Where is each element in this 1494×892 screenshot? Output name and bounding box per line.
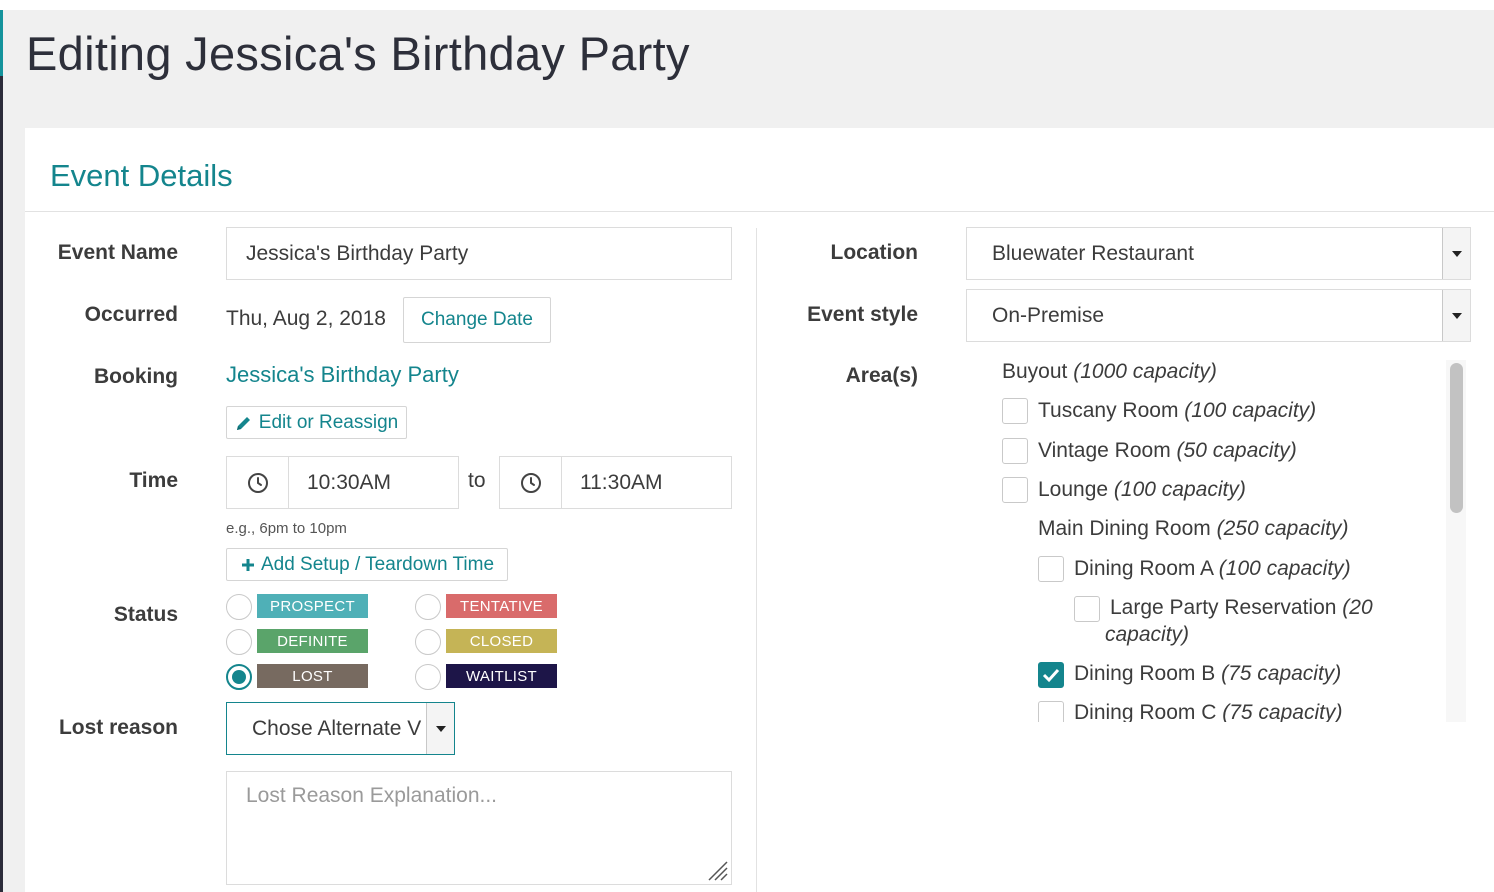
end-time-value: 11:30AM [580, 470, 663, 494]
event-details-panel: Event Details Event Name Jessica's Birth… [25, 128, 1494, 892]
area-item-large-party-reservation[interactable]: Large Party Reservation (20 [1110, 596, 1373, 620]
add-setup-label: Add Setup / Teardown Time [260, 553, 495, 575]
edit-reassign-button[interactable]: Edit or Reassign [226, 406, 407, 439]
checkmark-icon [1042, 668, 1060, 683]
area-item-tuscany-room[interactable]: Tuscany Room (100 capacity) [1038, 399, 1316, 423]
start-time-field[interactable]: 10:30AM [226, 456, 459, 509]
event-name-input[interactable]: Jessica's Birthday Party [226, 227, 732, 280]
page-title: Editing Jessica's Birthday Party [26, 27, 690, 80]
booking-label: Booking [94, 365, 178, 388]
clock-icon [247, 472, 268, 493]
event-style-label: Event style [807, 303, 918, 326]
status-label: Status [113, 603, 178, 626]
area-checkbox-large-party-reservation[interactable] [1074, 596, 1100, 622]
area-checkbox-dining-room-c[interactable] [1038, 701, 1064, 722]
status-badge-definite[interactable]: DEFINITE [257, 629, 368, 653]
start-time-value: 10:30AM [307, 470, 392, 494]
status-radio-definite[interactable] [226, 629, 252, 655]
area-checkbox-tuscany-room[interactable] [1002, 398, 1028, 424]
left-accent-bar [0, 10, 3, 76]
lost-reason-value: Chose Alternate V [252, 716, 422, 740]
location-value: Bluewater Restaurant [992, 241, 1194, 265]
status-radio-tentative[interactable] [415, 594, 441, 620]
status-radio-waitlist[interactable] [415, 664, 441, 690]
lost-reason-explanation-input[interactable]: Lost Reason Explanation... [226, 771, 732, 885]
status-badge-waitlist[interactable]: WAITLIST [446, 664, 557, 688]
area-item-buyout: Buyout (1000 capacity) [1002, 360, 1217, 383]
areas-scrollbar-thumb[interactable] [1450, 363, 1463, 513]
booking-link[interactable]: Jessica's Birthday Party [226, 362, 459, 388]
area-item-dining-room-c[interactable]: Dining Room C (75 capacity) [1074, 701, 1342, 722]
clock-icon [520, 472, 541, 493]
location-label: Location [830, 241, 919, 264]
edit-reassign-label: Edit or Reassign [258, 411, 399, 433]
end-time-field[interactable]: 11:30AM [499, 456, 732, 509]
status-badge-closed[interactable]: CLOSED [446, 629, 557, 653]
resize-grip-icon[interactable] [705, 858, 729, 882]
add-setup-teardown-button[interactable]: Add Setup / Teardown Time [226, 548, 508, 581]
pencil-icon [236, 416, 250, 430]
plus-icon [241, 558, 254, 571]
status-badge-prospect[interactable]: PROSPECT [257, 594, 368, 618]
lost-reason-select[interactable]: Chose Alternate V [226, 702, 455, 755]
location-select[interactable]: Bluewater Restaurant [966, 227, 1471, 280]
status-radio-lost[interactable] [226, 664, 252, 690]
chevron-down-icon[interactable] [1442, 228, 1470, 279]
event-style-select[interactable]: On-Premise [966, 289, 1471, 342]
area-item-vintage-room[interactable]: Vintage Room (50 capacity) [1038, 439, 1297, 463]
time-hint: e.g., 6pm to 10pm [226, 520, 347, 537]
clock-icon-start [227, 457, 289, 508]
top-strip [0, 0, 1494, 10]
area-item-dining-room-a[interactable]: Dining Room A (100 capacity) [1074, 557, 1351, 581]
area-item-large-party-capacity-wrap: capacity) [1105, 623, 1190, 646]
areas-label: Area(s) [845, 364, 918, 387]
area-checkbox-lounge[interactable] [1002, 477, 1028, 503]
panel-title: Event Details [50, 158, 233, 193]
event-style-value: On-Premise [992, 303, 1105, 327]
area-item-lounge[interactable]: Lounge (100 capacity) [1038, 478, 1246, 502]
clock-icon-end [500, 457, 562, 508]
event-name-label: Event Name [57, 241, 178, 264]
status-badge-lost[interactable]: LOST [257, 664, 368, 688]
chevron-down-icon[interactable] [426, 703, 454, 754]
occurred-date: Thu, Aug 2, 2018 [226, 307, 386, 330]
status-radio-prospect[interactable] [226, 594, 252, 620]
chevron-down-icon[interactable] [1442, 290, 1470, 341]
occurred-label: Occurred [84, 303, 178, 326]
column-divider [756, 228, 757, 892]
panel-header: Event Details [25, 128, 1494, 212]
change-date-button[interactable]: Change Date [403, 297, 551, 343]
status-badge-tentative[interactable]: TENTATIVE [446, 594, 557, 618]
area-checkbox-vintage-room[interactable] [1002, 438, 1028, 464]
areas-list[interactable]: Buyout (1000 capacity) Tuscany Room (100… [966, 360, 1473, 722]
area-item-main-dining-room: Main Dining Room (250 capacity) [1038, 517, 1349, 540]
area-item-dining-room-b[interactable]: Dining Room B (75 capacity) [1074, 662, 1341, 686]
lost-reason-placeholder: Lost Reason Explanation... [246, 784, 497, 807]
time-to-text: to [468, 469, 486, 492]
lost-reason-label: Lost reason [58, 716, 178, 739]
time-label: Time [129, 469, 178, 492]
status-radio-closed[interactable] [415, 629, 441, 655]
area-checkbox-dining-room-a[interactable] [1038, 556, 1064, 582]
areas-scrollbar[interactable] [1446, 360, 1466, 722]
area-checkbox-dining-room-b[interactable] [1038, 662, 1064, 688]
